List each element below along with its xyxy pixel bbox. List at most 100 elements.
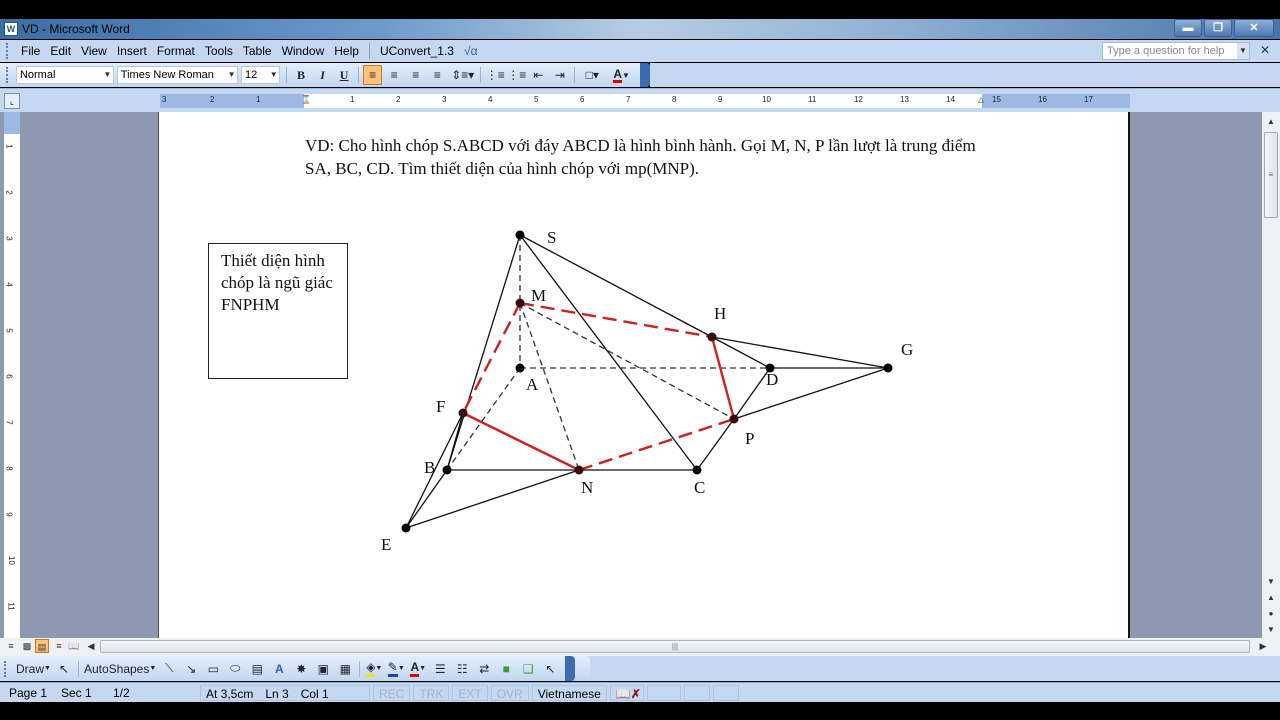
right-indent-marker[interactable]: △ [978, 95, 984, 104]
draw-font-color-button[interactable]: A ▼ [409, 659, 427, 679]
dash-style-button[interactable]: ☷ [453, 659, 471, 679]
menu-window[interactable]: Window [277, 40, 330, 62]
arrow-button[interactable]: ↘ [182, 659, 200, 679]
web-layout-icon[interactable]: ▩ [20, 639, 34, 653]
close-button[interactable]: ✕ [1234, 19, 1274, 37]
menu-view[interactable]: View [76, 40, 112, 62]
horizontal-scrollbar[interactable]: ||| [100, 640, 1250, 653]
font-color-button[interactable]: A ▼ [608, 65, 635, 85]
underline-button[interactable]: U [334, 65, 354, 85]
draw-menu-button[interactable]: Draw ▼ [16, 659, 51, 679]
toolbar-options-button[interactable] [565, 656, 576, 681]
ruler-label: 2 [4, 190, 14, 195]
oval-button[interactable]: ⬭ [226, 659, 244, 679]
toolbar-options-button[interactable] [640, 63, 651, 87]
chevron-down-icon: ▼ [227, 70, 236, 79]
menu-insert[interactable]: Insert [112, 40, 152, 62]
close-document-icon[interactable]: ✕ [1260, 43, 1270, 57]
font-size-select[interactable]: 12 ▼ [241, 66, 281, 84]
next-page-icon[interactable]: ▼ [1263, 622, 1279, 638]
menu-uconvert[interactable]: UConvert_1.3 [375, 40, 459, 62]
scroll-left-icon[interactable]: ◀ [84, 639, 98, 653]
outline-view-icon[interactable]: ≡ [52, 639, 66, 653]
diagram-button[interactable]: ✸ [292, 659, 310, 679]
arrow-style-button[interactable]: ⇄ [475, 659, 493, 679]
status-section: Sec 1 [61, 685, 92, 700]
borders-button[interactable]: □▾ [579, 65, 606, 85]
menu-help[interactable]: Help [329, 40, 364, 62]
help-dropdown-icon[interactable]: ▼ [1237, 43, 1249, 59]
increase-indent-button[interactable]: ⇥ [550, 65, 570, 85]
document-page[interactable]: VD: Cho hình chóp S.ABCD với đáy ABCD là… [158, 112, 1130, 638]
menu-file[interactable]: File [16, 40, 45, 62]
shadow-style-button[interactable]: ■ [497, 659, 515, 679]
line-button[interactable]: ⟍ [160, 659, 178, 679]
toolbar-grip[interactable] [6, 43, 10, 59]
ruler-label: 10 [6, 556, 16, 565]
menu-separator [368, 43, 370, 59]
style-select[interactable]: Normal ▼ [15, 66, 114, 84]
picture-button[interactable]: ▦ [336, 659, 354, 679]
horizontal-ruler[interactable]: 3 2 1 ⌛ 1 2 3 4 5 6 7 8 9 10 11 12 13 14… [160, 94, 1130, 108]
scroll-up-icon[interactable]: ▲ [1263, 114, 1279, 130]
select-objects-button[interactable]: ↖ [55, 659, 73, 679]
tab-selector[interactable]: ⌞ [4, 93, 20, 109]
spelling-status-icon[interactable]: 📖✗ [609, 684, 644, 701]
status-rec[interactable]: REC [373, 684, 411, 701]
wordart-button[interactable]: A [270, 659, 288, 679]
font-select[interactable]: Times New Roman ▼ [116, 66, 239, 84]
status-empty-cell [712, 684, 739, 701]
point-A [515, 363, 525, 373]
clipart-button[interactable]: ▣ [314, 659, 332, 679]
reading-layout-icon[interactable]: 📖 [67, 639, 81, 653]
line-color-button[interactable]: ✎ ▼ [387, 659, 405, 679]
line-spacing-button[interactable]: ⇕≡▾ [449, 65, 476, 85]
bullets-button[interactable]: ⋮≡ [507, 65, 527, 85]
word-icon[interactable]: W [4, 22, 18, 36]
rectangle-button[interactable]: ▭ [204, 659, 222, 679]
bold-button[interactable]: B [291, 65, 311, 85]
status-ext[interactable]: EXT [452, 684, 488, 701]
3d-style-button[interactable]: ❏ [519, 659, 537, 679]
browse-object-icon[interactable]: ● [1263, 606, 1279, 622]
normal-view-icon[interactable]: ≡ [4, 639, 18, 653]
align-left-button[interactable]: ≡ [362, 65, 383, 85]
line-style-icon: ☰ [434, 661, 446, 676]
menu-table[interactable]: Table [238, 40, 277, 62]
borders-icon: □▾ [585, 68, 599, 82]
textbox-button[interactable]: ▤ [248, 659, 266, 679]
scroll-right-icon[interactable]: ▶ [1256, 639, 1270, 653]
autoshapes-menu-button[interactable]: AutoShapes ▼ [84, 659, 156, 679]
align-right-button[interactable]: ≡ [406, 65, 426, 85]
fill-color-button[interactable]: ◈ ▼ [365, 659, 383, 679]
scroll-thumb[interactable]: ≡ [1264, 132, 1278, 218]
vertical-scrollbar[interactable]: ▲ ≡ ▼ ▲ ● ▼ [1262, 112, 1280, 638]
vertical-ruler[interactable]: 1 2 3 4 5 6 7 8 9 10 11 [4, 112, 20, 638]
menu-edit[interactable]: Edit [45, 40, 76, 62]
scroll-down-icon[interactable]: ▼ [1263, 574, 1279, 590]
pyramid-figure[interactable]: S M A H D G F P B N C E [159, 112, 1131, 638]
menu-format[interactable]: Format [152, 40, 200, 62]
toolbar-grip[interactable] [6, 67, 10, 83]
align-center-button[interactable]: ≡ [384, 65, 404, 85]
numbering-button[interactable]: ⋮≡ [485, 65, 505, 85]
toolbar-separator [480, 67, 482, 83]
toolbar-grip[interactable] [4, 660, 8, 677]
equation-icon[interactable]: √α [459, 40, 483, 62]
print-layout-icon[interactable]: ▤ [35, 639, 49, 653]
hidden-edge-AB [446, 367, 521, 471]
select-multiple-button[interactable]: ↖ [541, 659, 559, 679]
menu-tools[interactable]: Tools [200, 40, 238, 62]
justify-button[interactable]: ≡ [428, 65, 448, 85]
status-ovr[interactable]: OVR [490, 684, 529, 701]
status-language[interactable]: Vietnamese [531, 684, 607, 701]
minimize-button[interactable]: ▬ [1174, 19, 1202, 37]
indent-marker[interactable]: ⌛ [301, 95, 311, 104]
help-search-input[interactable]: Type a question for help ▼ [1102, 42, 1250, 60]
previous-page-icon[interactable]: ▲ [1263, 590, 1279, 606]
restore-button[interactable]: ❐ [1204, 19, 1232, 37]
decrease-indent-button[interactable]: ⇤ [529, 65, 549, 85]
line-style-button[interactable]: ☰ [431, 659, 449, 679]
status-trk[interactable]: TRK [413, 684, 450, 701]
italic-button[interactable]: I [313, 65, 333, 85]
